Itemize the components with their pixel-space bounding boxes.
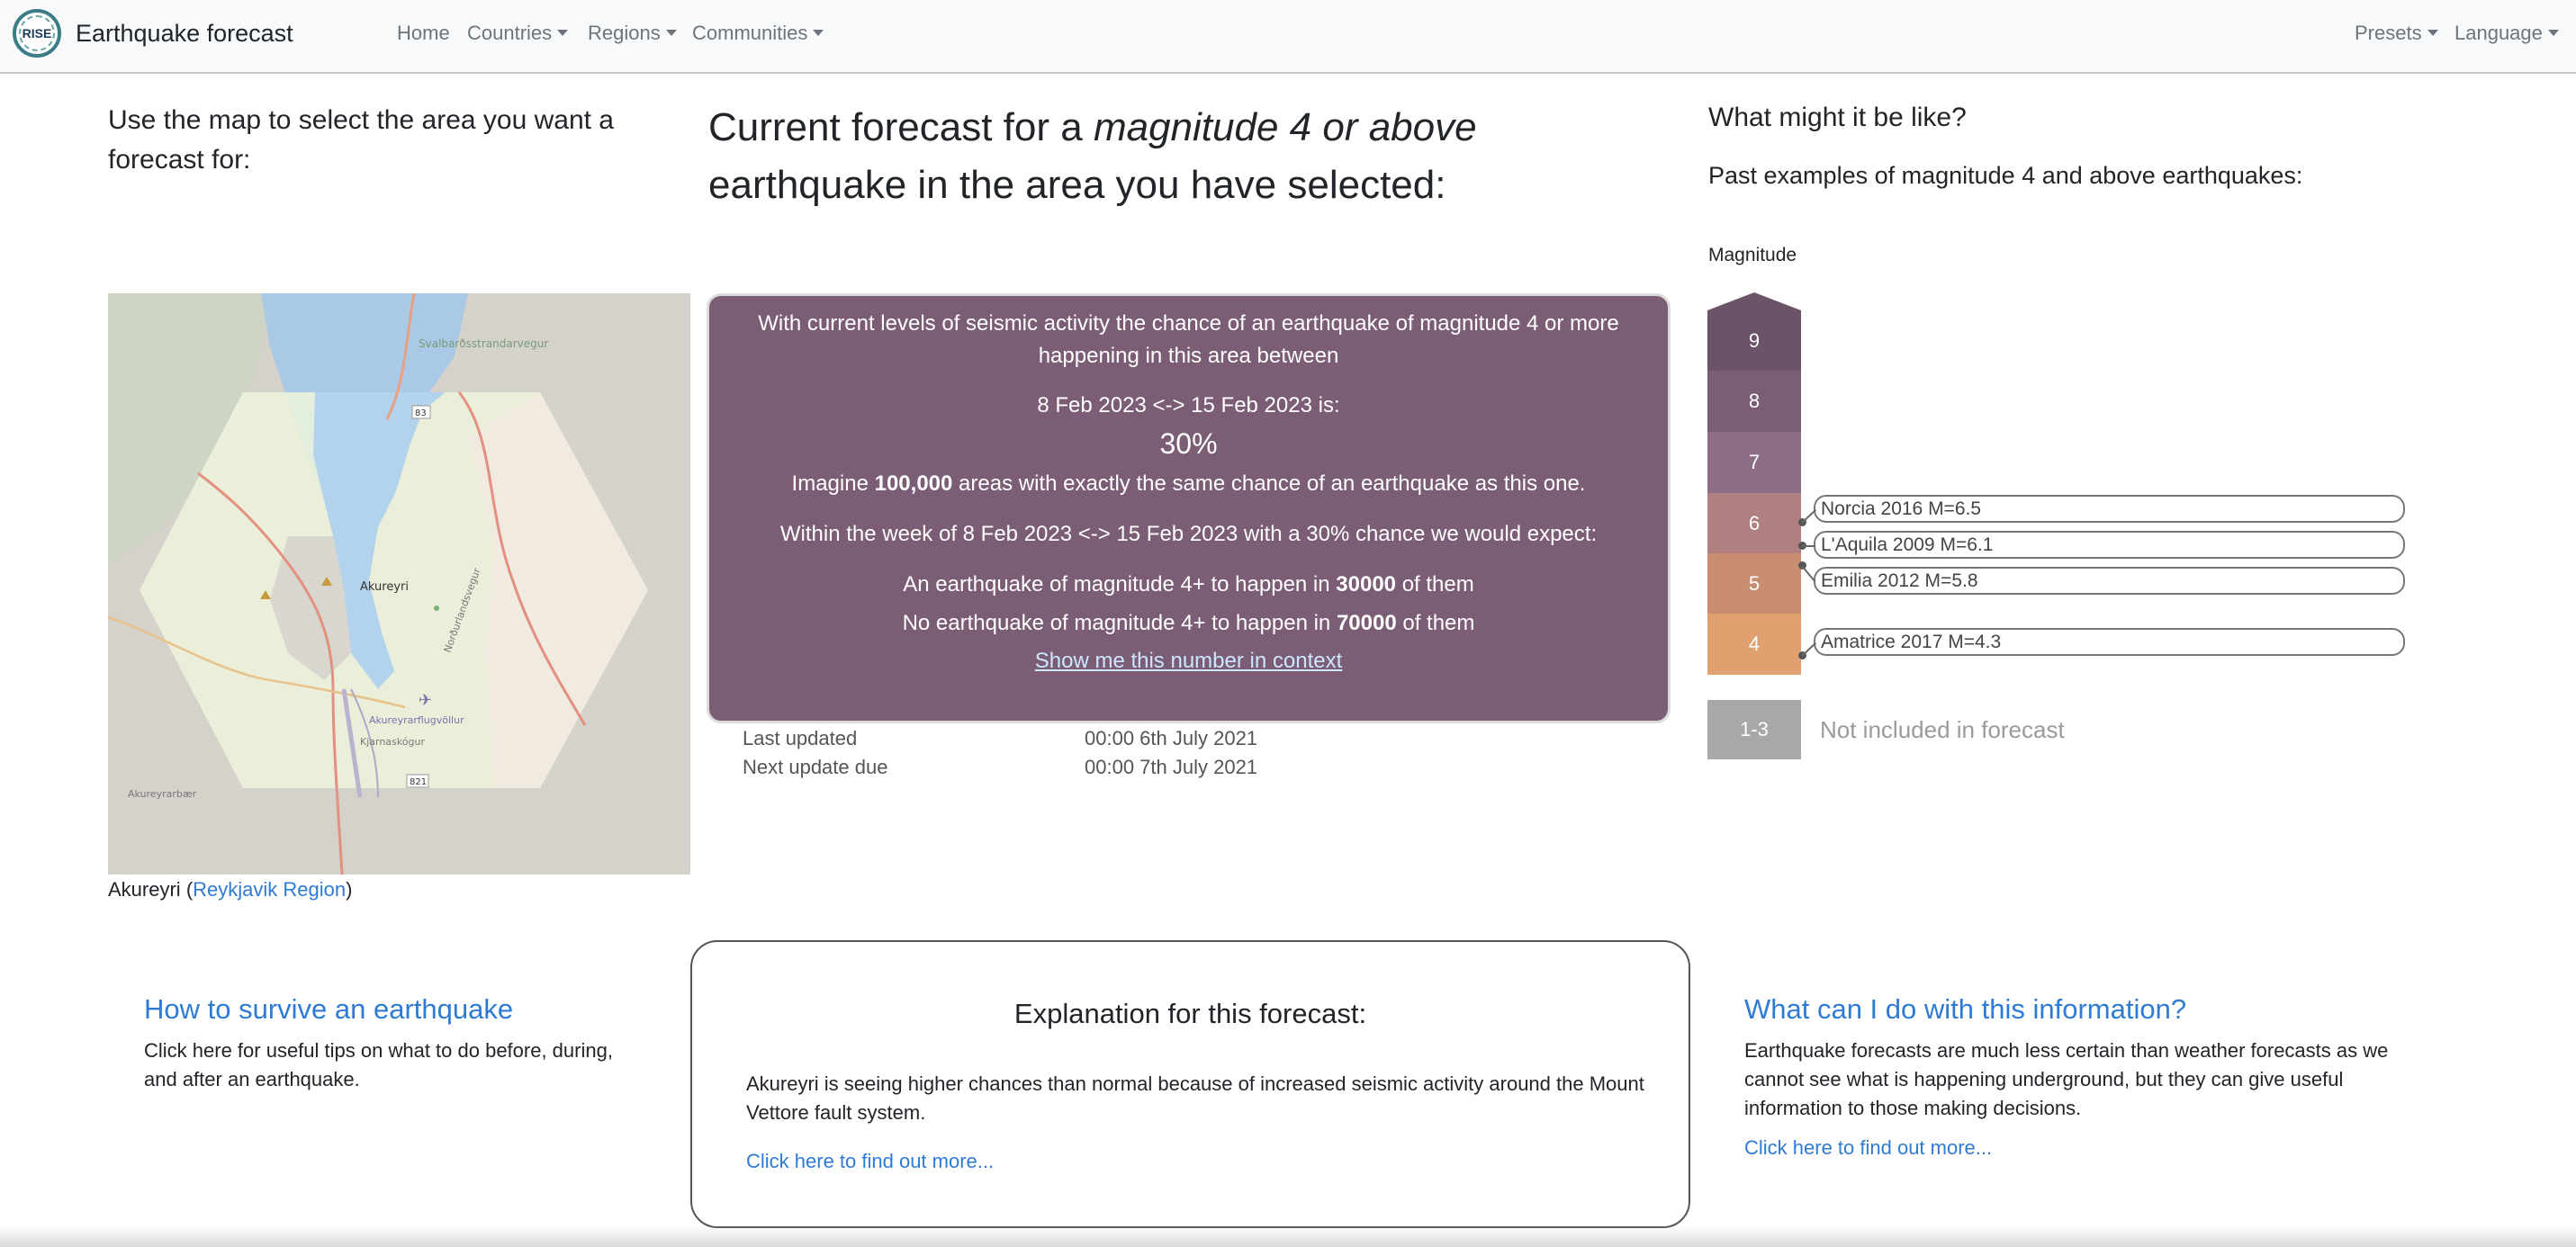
yes-post: of them [1396,572,1474,597]
past-example-pill[interactable]: Norcia 2016 M=6.5 [1814,495,2405,523]
explanation-title: Explanation for this forecast: [1013,998,1367,1029]
explanation-more-link[interactable]: Click here to find out more... [746,1147,994,1176]
scale-arrow-tip [1707,292,1801,310]
map-label-north-road: Svalbarðsstrandarvegur [419,337,548,350]
yes-count: 30000 [1336,572,1397,597]
forecast-heading-post: earthquake in the area you have selected… [708,163,1446,207]
past-example-pill[interactable]: Emilia 2012 M=5.8 [1814,567,2405,595]
map-label-road-821: 821 [410,777,427,787]
no-count: 70000 [1336,611,1397,635]
last-updated-label: Last updated [743,727,858,749]
map-label-road-83: 83 [415,408,427,418]
brand-name[interactable]: Earthquake forecast [76,20,293,48]
past-example-pill[interactable]: L'Aquila 2009 M=6.1 [1814,531,2405,559]
explanation-text: Akureyri is seeing higher chances than n… [746,1072,1644,1124]
map-label-airport: Akureyrarflugvöllur [369,714,464,726]
nav-regions-dropdown[interactable]: Regions [588,22,677,45]
explanation-card: Explanation for this forecast: Akureyri … [690,940,1690,1228]
nav-countries-label: Countries [467,22,553,44]
survive-section: How to survive an earthquake Click here … [144,993,648,1094]
map-label-akureyrarbaer: Akureyrarbær [128,788,197,800]
caret-down-icon [665,30,677,37]
magnitude-label: Magnitude [1708,245,1797,265]
forecast-imagine: Imagine 100,000 areas with exactly the s… [709,471,1668,497]
forecast-line-1: With current levels of seismic activity … [758,311,1619,336]
caption-place: Akureyri [108,878,181,901]
caption-close-paren: ) [346,878,353,901]
forecast-line-2: happening in this area between [1038,344,1339,368]
show-in-context-link[interactable]: Show me this number in context [1035,649,1343,673]
forecast-panel: With current levels of seismic activity … [707,293,1671,723]
map-caption: Akureyri (Reykjavik Region) [108,878,352,902]
nav-home[interactable]: Home [397,22,450,45]
last-updated-value: 00:00 6th July 2021 [1085,727,1258,749]
magnitude-scale-cell: 8 [1707,371,1801,432]
forecast-week-line: Within the week of 8 Feb 2023 <-> 15 Feb… [779,522,1598,546]
example-connector-line [1801,642,1816,657]
magnitude-scale-cell: 5 [1707,553,1801,614]
yes-pre: An earthquake of magnitude 4+ to happen … [903,572,1337,597]
forecast-no-line: No earthquake of magnitude 4+ to happen … [709,611,1668,636]
forecast-probability: 30% [1159,427,1218,460]
what-can-i-do-more-link[interactable]: Click here to find out more... [1744,1134,2410,1162]
top-navbar: RISE Earthquake forecast Home Countries … [0,0,2576,74]
brand[interactable]: RISE Earthquake forecast [13,9,293,58]
imagine-pre: Imagine [791,471,875,496]
magnitude-scale-cell: 6 [1707,493,1801,553]
survive-text: Click here for useful tips on what to do… [144,1039,613,1090]
magnitude-scale-cell: 1-3 [1707,700,1801,759]
past-example-pill[interactable]: Amatrice 2017 M=4.3 [1814,628,2405,656]
caret-down-icon [2427,30,2438,37]
forecast-dates: 8 Feb 2023 <-> 15 Feb 2023 is: [1037,393,1340,417]
survive-title-link[interactable]: How to survive an earthquake [144,993,513,1025]
what-can-i-do-text: Earthquake forecasts are much less certa… [1744,1039,2389,1119]
nav-language-dropdown[interactable]: Language [2454,22,2559,45]
nav-communities-dropdown[interactable]: Communities [692,22,824,45]
logo-text: RISE [22,26,52,40]
caret-down-icon [557,30,569,37]
footer-shadow [0,1225,2576,1247]
what-can-i-do-title-link[interactable]: What can I do with this information? [1744,993,2186,1025]
next-update-label: Next update due [743,756,888,778]
nav-regions-label: Regions [588,22,661,44]
map-canvas: ✈ 83 821 Svalbarðsstrandarvegur Akureyri… [108,293,690,875]
not-included-label: Not included in forecast [1820,716,2065,743]
imagine-post: areas with exactly the same chance of an… [952,471,1586,496]
magnitude-scale-cell: 9 [1707,310,1801,371]
next-update-value: 00:00 7th July 2021 [1085,756,1258,778]
caret-down-icon [813,30,824,37]
forecast-heading-pre: Current forecast for a [708,105,1094,149]
no-post: of them [1396,611,1475,635]
past-examples-heading: Past examples of magnitude 4 and above e… [1708,162,2303,189]
forecast-heading-emphasis: magnitude 4 or above [1093,105,1477,149]
forecast-heading: Current forecast for a magnitude 4 or ab… [708,99,1662,214]
magnitude-scale-cell: 7 [1707,432,1801,493]
imagine-count: 100,000 [874,471,953,496]
example-connector-line [1801,509,1816,524]
no-pre: No earthquake of magnitude 4+ to happen … [902,611,1337,635]
svg-text:✈: ✈ [419,691,432,710]
example-connector-line [1802,545,1815,547]
nav-presets-label: Presets [2355,22,2422,44]
nav-communities-label: Communities [692,22,808,44]
nav-language-label: Language [2454,22,2543,44]
magnitude-scale-cell: 4 [1707,614,1801,675]
area-selection-map[interactable]: ✈ 83 821 Svalbarðsstrandarvegur Akureyri… [108,293,690,875]
map-label-kjarnaskogur: Kjarnaskógur [360,736,425,748]
forecast-yes-line: An earthquake of magnitude 4+ to happen … [709,572,1668,597]
caption-region-link[interactable]: Reykjavik Region [193,878,346,901]
what-can-i-do-section: What can I do with this information? Ear… [1744,993,2410,1162]
map-label-town: Akureyri [360,580,409,594]
nav-countries-dropdown[interactable]: Countries [467,22,569,45]
rise-logo: RISE [13,9,61,58]
caret-down-icon [2547,30,2559,37]
what-might-it-be-like-heading: What might it be like? [1708,103,1967,132]
map-heading: Use the map to select the area you want … [108,105,614,175]
nav-presets-dropdown[interactable]: Presets [2355,22,2438,45]
